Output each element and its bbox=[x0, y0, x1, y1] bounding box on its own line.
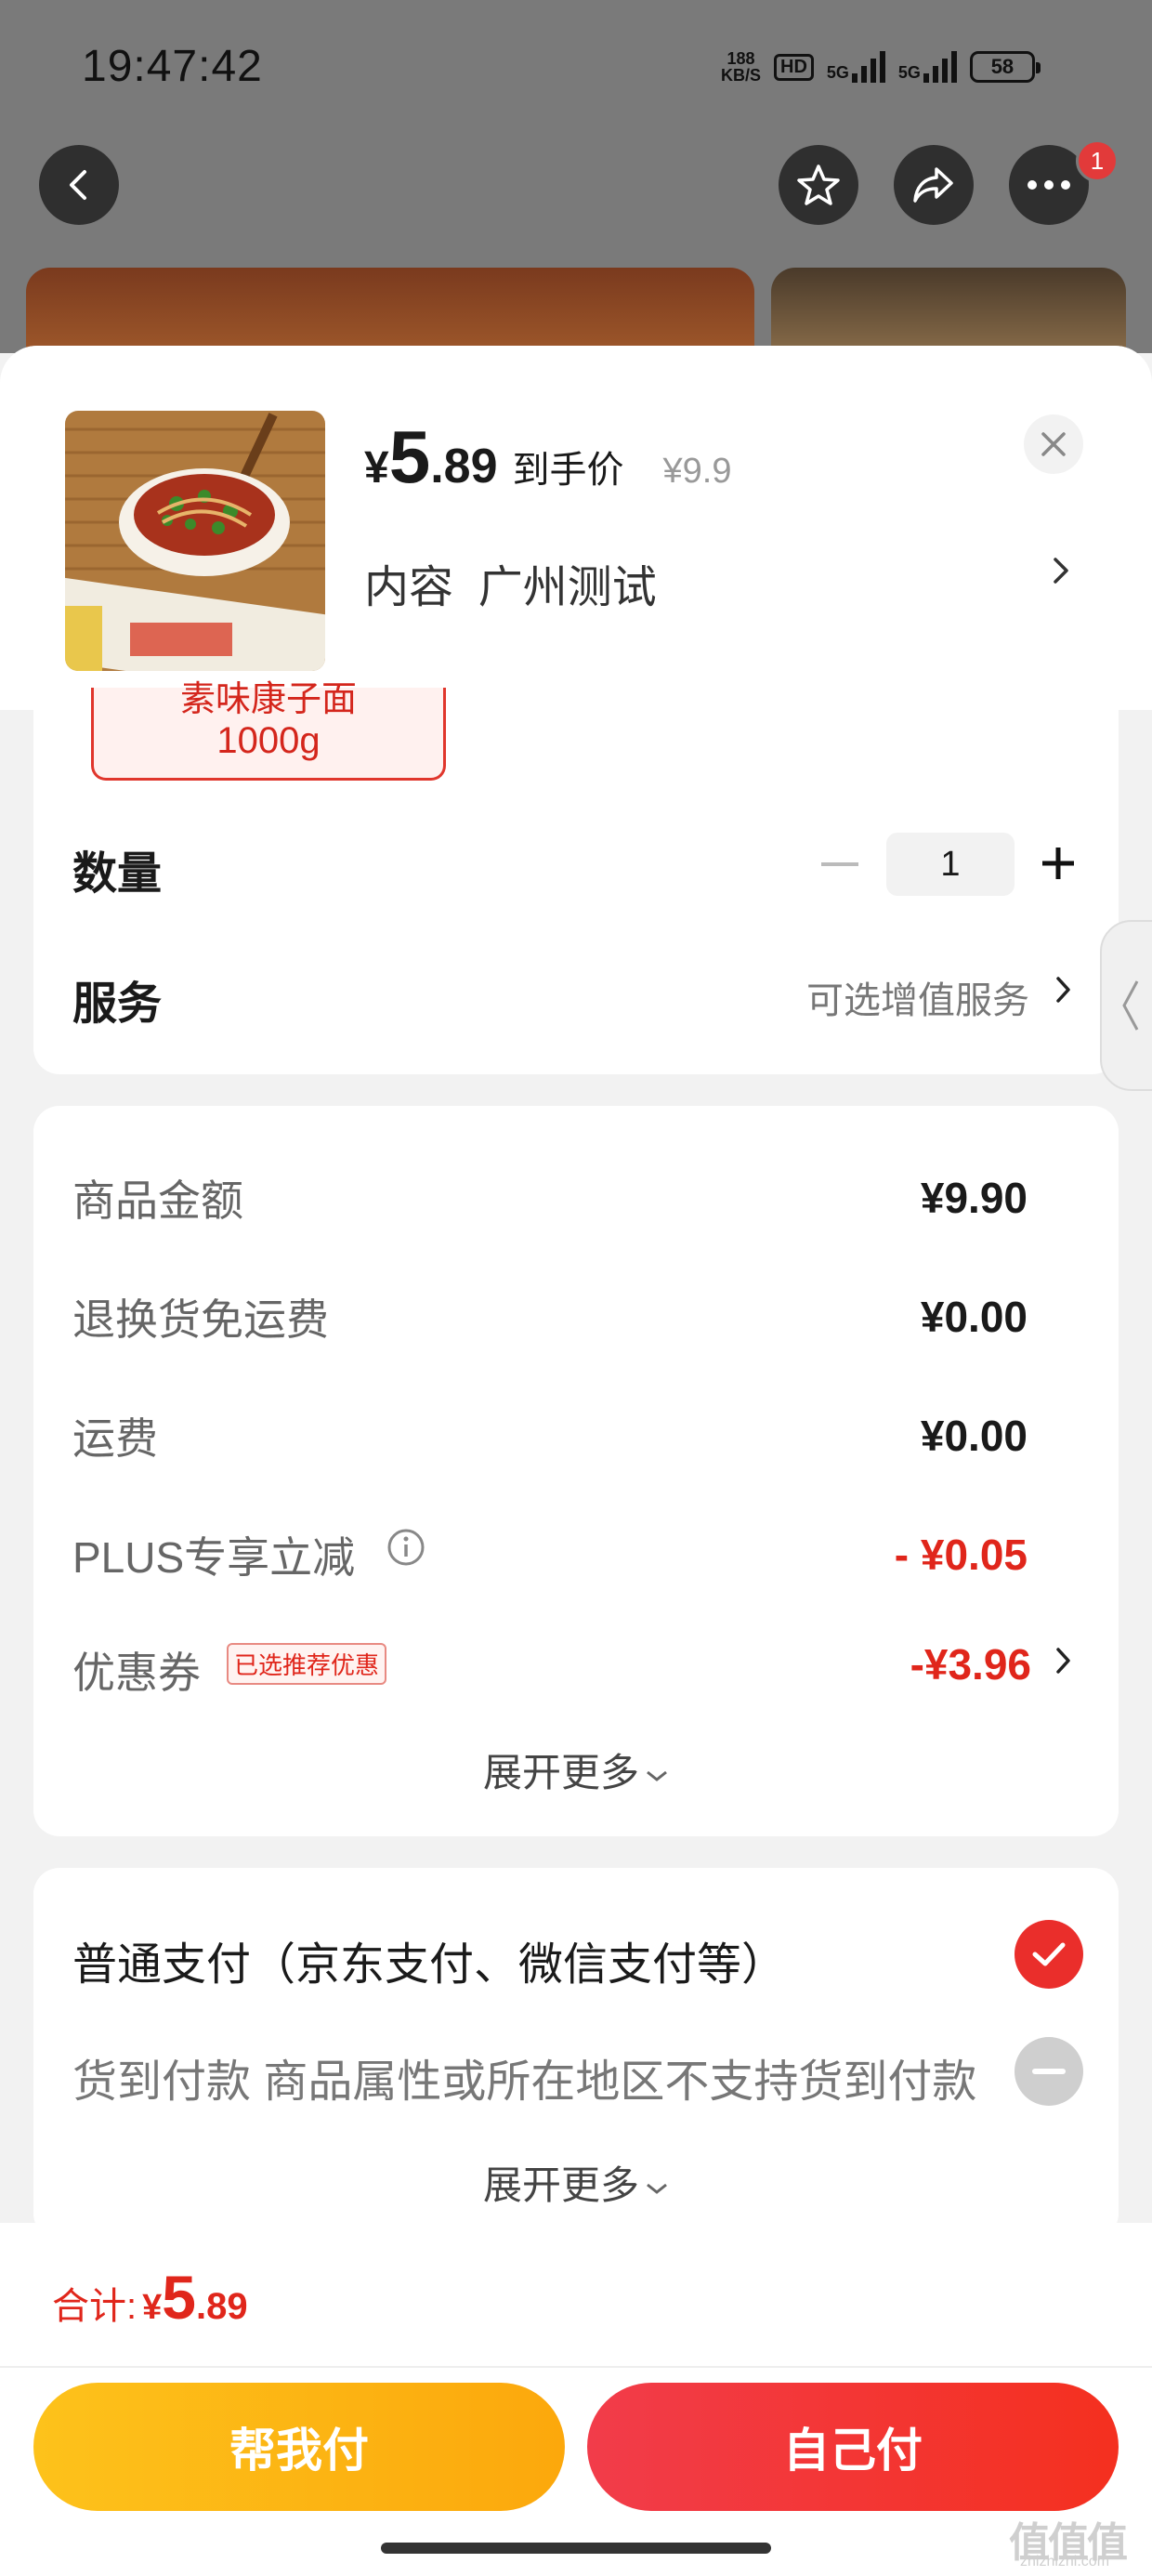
variant-size: 1000g bbox=[216, 720, 321, 761]
net-speed: 188 KB/S bbox=[721, 50, 761, 84]
fee-label-plus: PLUS专享立减 bbox=[72, 1533, 356, 1582]
service-value[interactable]: 可选增值服务 bbox=[806, 970, 1029, 1024]
service-label: 服务 bbox=[72, 979, 163, 1029]
price-currency: ¥ bbox=[364, 443, 389, 493]
battery-icon: 58 bbox=[969, 51, 1041, 83]
close-button[interactable] bbox=[1024, 414, 1083, 474]
fee-label-return-shipping: 退换货免运费 bbox=[72, 1295, 329, 1344]
coupon-tag: 已选推荐优惠 bbox=[227, 1643, 387, 1685]
hd-icon: HD bbox=[774, 53, 814, 81]
spec-label: 内容 bbox=[364, 563, 454, 612]
watermark-url: zhizhizhi.com bbox=[1020, 2554, 1110, 2569]
signal-icon: 5G bbox=[827, 51, 885, 83]
product-thumbnail bbox=[65, 411, 325, 671]
chevron-left-icon bbox=[1122, 980, 1139, 1031]
sim1-label: 5G bbox=[826, 63, 849, 82]
quantity-increment-button[interactable] bbox=[1039, 844, 1078, 883]
variant-name: 素味康子面 bbox=[179, 680, 357, 719]
price-integer: 5 bbox=[388, 415, 431, 498]
price-decimal: .89 bbox=[430, 440, 498, 493]
disabled-minus-icon bbox=[1015, 2037, 1083, 2106]
favorite-button[interactable] bbox=[779, 145, 858, 225]
status-icons: 188 KB/S HD 5G 5G 58 bbox=[721, 46, 1041, 87]
fee-value-goods: ¥9.90 bbox=[920, 1174, 1028, 1222]
chevron-down-icon bbox=[647, 2183, 667, 2194]
total-integer: 5 bbox=[162, 2263, 196, 2332]
price-label: 到手价 bbox=[512, 450, 624, 491]
price-line: ¥ 5 .89 到手价 ¥9.9 bbox=[364, 420, 731, 494]
share-icon bbox=[913, 167, 953, 203]
payment-option-normal[interactable]: 普通支付（京东支付、微信支付等） bbox=[72, 1927, 786, 1992]
chevron-down-icon bbox=[647, 1770, 667, 1781]
quantity-decrement-button[interactable] bbox=[821, 862, 858, 866]
fee-label-shipping: 运费 bbox=[72, 1414, 158, 1463]
back-button[interactable] bbox=[39, 145, 119, 225]
info-icon[interactable] bbox=[386, 1528, 425, 1571]
expand-more-label: 展开更多 bbox=[482, 1751, 639, 1794]
expand-more-payment[interactable]: 展开更多 bbox=[0, 2154, 1152, 2211]
total-label: 合计: bbox=[52, 2286, 137, 2327]
home-indicator[interactable] bbox=[381, 2543, 771, 2554]
net-speed-value: 188 bbox=[727, 49, 755, 68]
side-drawer-handle[interactable] bbox=[1100, 920, 1152, 1091]
payment-option-cod: 货到付款 商品属性或所在地区不支持货到付款 bbox=[72, 2057, 977, 2107]
spec-selector[interactable]: 内容 广州测试 bbox=[364, 550, 657, 615]
expand-more-fees[interactable]: 展开更多 bbox=[0, 1741, 1152, 1798]
chevron-right-icon[interactable] bbox=[1054, 1645, 1074, 1681]
variant-option-selected[interactable]: 素味康子面 1000g bbox=[91, 682, 446, 781]
original-price: ¥9.9 bbox=[662, 452, 732, 491]
spec-value: 广州测试 bbox=[478, 563, 657, 612]
quantity-label: 数量 bbox=[72, 849, 163, 899]
chevron-right-icon[interactable] bbox=[1054, 974, 1074, 1010]
friend-pay-button[interactable]: 帮我付 bbox=[33, 2383, 565, 2511]
star-icon bbox=[797, 164, 840, 205]
more-icon bbox=[1028, 180, 1070, 190]
notification-badge: 1 bbox=[1076, 139, 1119, 182]
quantity-input[interactable]: 1 bbox=[886, 833, 1015, 896]
fee-label-coupon: 优惠券 bbox=[72, 1649, 201, 1697]
self-pay-button[interactable]: 自己付 bbox=[587, 2383, 1119, 2511]
fee-value-coupon[interactable]: -¥3.96 bbox=[910, 1639, 1031, 1689]
total-currency: ¥ bbox=[142, 2288, 163, 2327]
chevron-left-icon bbox=[70, 170, 86, 200]
signal-icon-2: 5G bbox=[898, 51, 957, 83]
close-icon bbox=[1041, 432, 1066, 456]
fee-value-return-shipping: ¥0.00 bbox=[920, 1293, 1028, 1341]
divider bbox=[0, 2366, 1152, 2368]
fee-label-goods: 商品金额 bbox=[72, 1176, 243, 1225]
share-button[interactable] bbox=[894, 145, 974, 225]
sim2-label: 5G bbox=[897, 63, 921, 82]
net-speed-unit: KB/S bbox=[721, 66, 762, 85]
total-decimal: .89 bbox=[195, 2286, 248, 2327]
fee-value-plus: - ¥0.05 bbox=[894, 1531, 1028, 1579]
plus-icon bbox=[1042, 848, 1074, 879]
status-time: 19:47:42 bbox=[82, 42, 263, 91]
total-price: 合计: ¥ 5 .89 bbox=[52, 2262, 248, 2333]
selected-check-icon[interactable] bbox=[1015, 1920, 1083, 1989]
chevron-right-icon[interactable] bbox=[1050, 554, 1072, 592]
fee-value-shipping: ¥0.00 bbox=[920, 1412, 1028, 1460]
expand-more-label: 展开更多 bbox=[482, 2163, 639, 2207]
